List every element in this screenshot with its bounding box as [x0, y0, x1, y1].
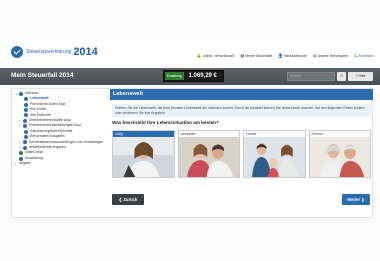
status-dot-icon	[23, 145, 27, 150]
top-navigation: 🔒 online, verschlüsselt ▦ Meine Steuerfä…	[197, 53, 374, 58]
status-dot-icon	[24, 102, 28, 107]
status-dot-icon	[24, 113, 28, 118]
question-heading: Was beschreibt Ihre Lebenssituation am b…	[112, 120, 219, 125]
nav-user-account[interactable]: 👤 Benutzerkonto	[278, 53, 307, 58]
status-dot-icon	[19, 91, 23, 96]
nav-label: online, verschlüsselt	[202, 53, 235, 58]
sidebar-item-label: Abgabe	[19, 161, 31, 166]
nav-label: Benutzerkonto	[284, 53, 307, 58]
main-panel: Lebenswelt Wählen Sie die Lebenswelt, di…	[110, 89, 373, 217]
nav-logout[interactable]: ⏻ Abmelden	[354, 53, 374, 58]
sidebar-item-submission[interactable]: › Abgabe	[15, 161, 115, 166]
nav-online-encrypted[interactable]: 🔒 online, verschlüsselt	[197, 53, 235, 58]
grid-icon: ▦	[240, 53, 245, 58]
status-dot-icon	[24, 97, 28, 102]
nav-label: Abmelden	[358, 53, 374, 58]
status-dot-icon	[23, 124, 27, 129]
retiree-couple-photo	[309, 137, 370, 177]
calendar-icon: ▤	[312, 53, 317, 58]
nav-label: Meine Steuerfälle	[245, 53, 273, 58]
app-window: Steuersparerklärung 2014 🔒 online, versc…	[0, 0, 380, 261]
logo-text: Steuersparerklärung	[26, 49, 72, 55]
status-dot-icon	[23, 140, 27, 145]
refund-display: Erstattung 1.069,29 €	[163, 70, 224, 82]
sidebar-tree: ⌄ Interview Lebenswelt Persönliche Daten…	[15, 91, 115, 216]
couple-photo	[178, 137, 239, 177]
status-dot-icon	[24, 134, 28, 139]
life-situation-options: Ledig Verheiratet Familie Rentner	[112, 130, 371, 178]
refund-label: Erstattung	[165, 72, 184, 80]
check-dot-icon	[19, 151, 23, 156]
intro-text: Wählen Sie die Lebenswelt, die Ihrer pri…	[112, 104, 371, 117]
nav-label: Andere Steuerjahre	[317, 53, 349, 58]
search-icon: ⌕	[340, 73, 343, 79]
help-button[interactable]: ? Hilfe	[348, 72, 373, 81]
option-card-familie[interactable]: Familie	[243, 130, 306, 178]
logout-icon: ⏻	[354, 53, 358, 58]
status-dot-icon	[19, 156, 23, 161]
panel-title: Lebenswelt	[110, 89, 373, 100]
option-card-verheiratet[interactable]: Verheiratet	[177, 130, 240, 178]
single-person-photo	[113, 137, 174, 177]
option-card-ledig[interactable]: Ledig	[112, 130, 175, 178]
help-label: Hilfe	[358, 74, 366, 78]
refund-value: 1.069,29 €	[188, 73, 217, 79]
status-dot-icon	[24, 107, 28, 112]
nav-my-tax-cases[interactable]: ▦ Meine Steuerfälle	[240, 53, 272, 58]
title-bar: Mein Steuerfall 2014 Erstattung 1.069,29…	[0, 68, 380, 85]
nav-other-tax-years[interactable]: ▤ Andere Steuerjahre	[313, 53, 348, 58]
status-dot-icon	[23, 118, 27, 123]
logo-check-icon	[11, 46, 23, 58]
top-header: Steuersparerklärung 2014 🔒 online, versc…	[0, 40, 380, 64]
family-photo	[244, 137, 305, 177]
option-card-rentner[interactable]: Rentner	[308, 130, 371, 178]
lock-icon: 🔒	[196, 53, 202, 58]
user-icon: 👤	[278, 53, 284, 58]
next-button[interactable]: Weiter ❯	[342, 194, 370, 205]
search-button[interactable]: ⌕	[337, 72, 346, 81]
search-input[interactable]: Suchen	[287, 72, 335, 81]
back-button[interactable]: ❮ Zurück	[112, 194, 144, 205]
status-dot-icon	[24, 129, 28, 134]
page-title: Mein Steuerfall 2014	[11, 72, 74, 79]
content-area: ⌄ Interview Lebenswelt Persönliche Daten…	[11, 88, 373, 218]
logo-year: 2014	[73, 46, 98, 58]
logo[interactable]: Steuersparerklärung 2014	[11, 46, 98, 58]
